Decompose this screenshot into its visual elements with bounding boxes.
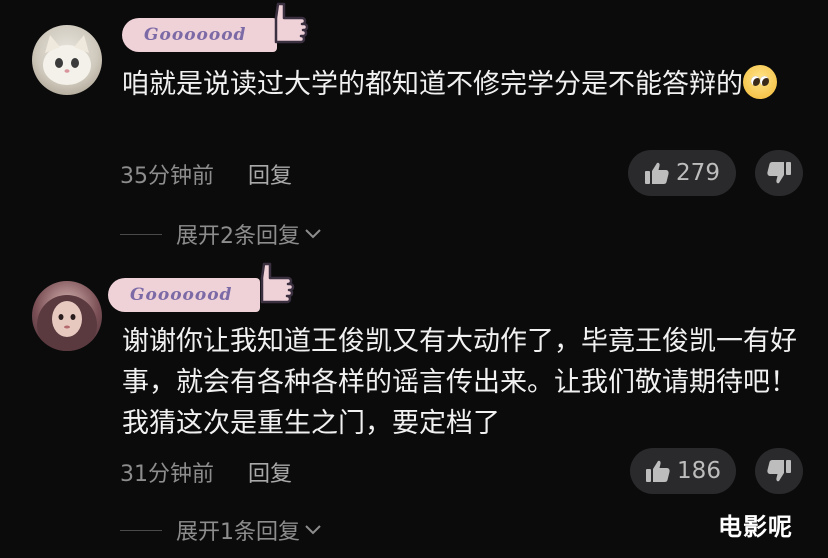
divider-line	[120, 529, 162, 531]
like-button[interactable]: 186	[630, 448, 736, 494]
comment-text: 咱就是说读过大学的都知道不修完学分是不能答辩的	[122, 64, 802, 105]
reply-button[interactable]: 回复	[248, 456, 292, 488]
thumbs-down-icon	[767, 162, 791, 184]
thumbs-up-icon	[646, 460, 670, 482]
like-count: 186	[677, 458, 721, 484]
thumbs-up-sticker-icon	[268, 0, 310, 54]
expand-replies-label: 展开1条回复	[176, 520, 300, 545]
comment-text-content: 咱就是说读过大学的都知道不修完学分是不能答辩的	[122, 69, 743, 100]
watermark: 电影呢	[718, 513, 793, 541]
chevron-down-icon	[305, 229, 321, 239]
avatar[interactable]	[32, 281, 102, 351]
reply-button[interactable]: 回复	[248, 158, 292, 190]
comment-time: 35分钟前	[120, 164, 214, 189]
expand-replies-button[interactable]: 展开2条回复	[120, 218, 322, 250]
like-button[interactable]: 279	[628, 150, 736, 196]
divider-line	[120, 233, 162, 235]
dislike-button[interactable]	[755, 448, 803, 494]
thumbs-down-icon	[767, 460, 791, 482]
badge-label: Gooooood	[130, 285, 233, 305]
expand-replies-label: 展开2条回复	[176, 224, 300, 249]
comment-meta: 31分钟前 回复	[120, 456, 292, 488]
avatar[interactable]	[32, 25, 102, 95]
thumbs-up-icon	[645, 162, 669, 184]
comment-time: 31分钟前	[120, 462, 214, 487]
dislike-button[interactable]	[755, 150, 803, 196]
comment-text: 谢谢你让我知道王俊凯又有大动作了，毕竟王俊凯一有好事，就会有各种各样的谣言传出来…	[122, 326, 797, 439]
user-badge: Gooooood	[108, 278, 260, 312]
badge-label: Gooooood	[144, 25, 247, 45]
chevron-down-icon	[305, 525, 321, 535]
comment-meta: 35分钟前 回复	[120, 158, 292, 190]
pleading-face-emoji	[743, 65, 777, 99]
user-badge: Gooooood	[122, 18, 277, 52]
thumbs-up-sticker-icon	[254, 248, 296, 314]
expand-replies-button[interactable]: 展开1条回复	[120, 514, 322, 546]
like-count: 279	[676, 160, 720, 186]
